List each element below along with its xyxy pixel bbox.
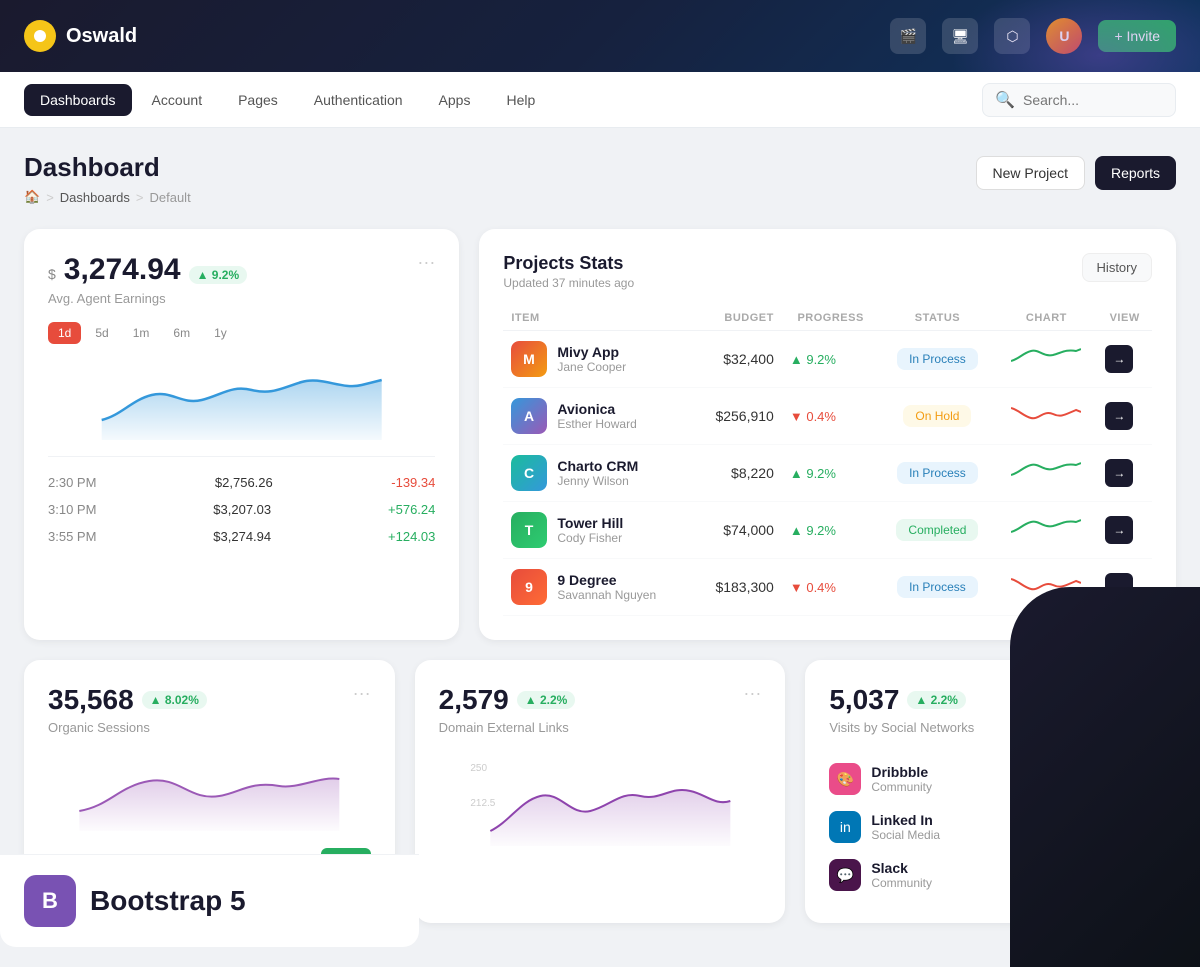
social-item: 🎨 Dribbble Community 579 ▲ 2.6% xyxy=(829,755,1152,803)
social-more-icon[interactable]: ··· xyxy=(1134,684,1152,702)
domain-card: 2,579 ▲ 2.2% Domain External Links ··· 2… xyxy=(415,660,786,923)
nav-help[interactable]: Help xyxy=(490,84,551,116)
nav-account[interactable]: Account xyxy=(136,84,219,116)
home-icon: 🏠 xyxy=(24,189,40,205)
table-row: T Tower Hill Cody Fisher $74,000 ▲ 9.2% … xyxy=(503,502,1152,559)
breadcrumb-dashboards[interactable]: Dashboards xyxy=(60,190,130,205)
table-row: A Avionica Esther Howard $256,910 ▼ 0.4%… xyxy=(503,388,1152,445)
earnings-row-2: 3:10 PM $3,207.03 +576.24 xyxy=(48,496,435,523)
share-icon[interactable]: ⬡ xyxy=(994,18,1030,54)
view-arrow[interactable]: → xyxy=(1105,573,1133,601)
history-button[interactable]: History xyxy=(1082,253,1152,282)
organic-label: Organic Sessions xyxy=(48,720,207,735)
social-card: 5,037 ▲ 2.2% Visits by Social Networks ·… xyxy=(805,660,1176,923)
nav-pages[interactable]: Pages xyxy=(222,84,294,116)
social-label: Visits by Social Networks xyxy=(829,720,974,735)
social-change-badge: ▲ 2.2% xyxy=(907,691,966,709)
tab-1y[interactable]: 1y xyxy=(204,322,237,344)
search-icon: 🔍 xyxy=(995,90,1015,110)
table-row: 9 9 Degree Savannah Nguyen $183,300 ▼ 0.… xyxy=(503,559,1152,616)
projects-updated: Updated 37 minutes ago xyxy=(503,276,634,290)
nav-authentication[interactable]: Authentication xyxy=(298,84,419,116)
table-row: M Mivy App Jane Cooper $32,400 ▲ 9.2% In… xyxy=(503,331,1152,388)
earnings-rows: 2:30 PM $2,756.26 -139.34 3:10 PM $3,207… xyxy=(48,456,435,550)
organic-change-badge: ▲ 8.02% xyxy=(142,691,207,709)
projects-table: ITEM BUDGET PROGRESS STATUS CHART VIEW xyxy=(503,306,1152,616)
breadcrumb: 🏠 > Dashboards > Default xyxy=(24,189,191,205)
col-chart: CHART xyxy=(995,306,1097,331)
earnings-row-1: 2:30 PM $2,756.26 -139.34 xyxy=(48,469,435,496)
reports-button[interactable]: Reports xyxy=(1095,156,1176,190)
camera-icon[interactable]: 🎬 xyxy=(890,18,926,54)
social-networks: 🎨 Dribbble Community 579 ▲ 2.6% in Linke… xyxy=(829,755,1152,899)
tab-6m[interactable]: 6m xyxy=(163,322,200,344)
nav-dashboards[interactable]: Dashboards xyxy=(24,84,132,116)
bottom-row: 35,568 ▲ 8.02% Organic Sessions ··· xyxy=(24,660,1176,923)
view-arrow[interactable]: → xyxy=(1105,345,1133,373)
brand: Oswald xyxy=(24,20,137,52)
table-row: C Charto CRM Jenny Wilson $8,220 ▲ 9.2% … xyxy=(503,445,1152,502)
nav-apps[interactable]: Apps xyxy=(423,84,487,116)
social-item: 💬 Slack Community 794 ▲ 0.2% xyxy=(829,851,1152,899)
view-arrow[interactable]: → xyxy=(1105,459,1133,487)
col-budget: BUDGET xyxy=(694,306,782,331)
organic-more-icon[interactable]: ··· xyxy=(353,684,371,702)
bootstrap-label: Bootstrap 5 xyxy=(90,885,246,917)
domain-value: 2,579 ▲ 2.2% xyxy=(439,684,576,716)
earnings-label: Avg. Agent Earnings xyxy=(48,291,435,306)
view-arrow[interactable]: → xyxy=(1105,402,1133,430)
earnings-card: $ 3,274.94 ▲ 9.2% ··· Avg. Agent Earning… xyxy=(24,229,459,640)
svg-text:250: 250 xyxy=(470,763,487,774)
svg-text:C: C xyxy=(524,465,534,481)
col-status: STATUS xyxy=(879,306,995,331)
social-value: 5,037 ▲ 2.2% xyxy=(829,684,974,716)
projects-title: Projects Stats xyxy=(503,253,634,274)
tab-1d[interactable]: 1d xyxy=(48,322,81,344)
organic-card: 35,568 ▲ 8.02% Organic Sessions ··· xyxy=(24,660,395,923)
search-container: 🔍 xyxy=(982,83,1176,117)
avatar[interactable]: U xyxy=(1046,18,1082,54)
monitor-icon[interactable]: 🖥 xyxy=(942,18,978,54)
col-progress: PROGRESS xyxy=(782,306,880,331)
bootstrap-overlay: B Bootstrap 5 xyxy=(0,854,419,947)
domain-chart: 250 212.5 xyxy=(439,751,762,851)
earnings-chart xyxy=(48,360,435,440)
brand-name: Oswald xyxy=(66,25,137,48)
page-header: Dashboard 🏠 > Dashboards > Default xyxy=(24,152,191,205)
earnings-amount: $ 3,274.94 ▲ 9.2% xyxy=(48,253,247,287)
tab-1m[interactable]: 1m xyxy=(123,322,160,344)
nav-right: 🎬 🖥 ⬡ U + Invite xyxy=(890,18,1176,54)
page-title: Dashboard xyxy=(24,152,191,183)
projects-card: Projects Stats Updated 37 minutes ago Hi… xyxy=(479,229,1176,640)
earnings-change-badge: ▲ 9.2% xyxy=(189,266,248,284)
svg-text:212.5: 212.5 xyxy=(470,798,495,809)
svg-text:M: M xyxy=(524,351,536,367)
domain-change-badge: ▲ 2.2% xyxy=(517,691,576,709)
col-item: ITEM xyxy=(503,306,693,331)
time-tabs: 1d 5d 1m 6m 1y xyxy=(48,322,435,344)
secondary-nav: Dashboards Account Pages Authentication … xyxy=(0,72,1200,128)
view-arrow[interactable]: → xyxy=(1105,516,1133,544)
domain-more-icon[interactable]: ··· xyxy=(743,684,761,702)
more-options-icon[interactable]: ··· xyxy=(417,253,435,291)
social-item: in Linked In Social Media 1,088 ▼ 0.4% xyxy=(829,803,1152,851)
col-view: VIEW xyxy=(1097,306,1152,331)
organic-chart xyxy=(48,751,371,831)
new-project-button[interactable]: New Project xyxy=(976,156,1085,190)
earnings-value: 3,274.94 xyxy=(64,253,181,287)
dollar-sign: $ xyxy=(48,266,56,282)
tab-5d[interactable]: 5d xyxy=(85,322,118,344)
top-nav: Oswald 🎬 🖥 ⬡ U + Invite xyxy=(0,0,1200,72)
brand-icon xyxy=(24,20,56,52)
svg-text:9: 9 xyxy=(525,579,533,595)
svg-text:T: T xyxy=(525,522,534,538)
svg-text:A: A xyxy=(524,408,534,424)
breadcrumb-default: Default xyxy=(149,190,190,205)
organic-value: 35,568 ▲ 8.02% xyxy=(48,684,207,716)
earnings-row-3: 3:55 PM $3,274.94 +124.03 xyxy=(48,523,435,550)
search-input[interactable] xyxy=(1023,92,1163,108)
domain-label: Domain External Links xyxy=(439,720,576,735)
bootstrap-icon: B xyxy=(24,875,76,927)
invite-button[interactable]: + Invite xyxy=(1098,20,1176,52)
